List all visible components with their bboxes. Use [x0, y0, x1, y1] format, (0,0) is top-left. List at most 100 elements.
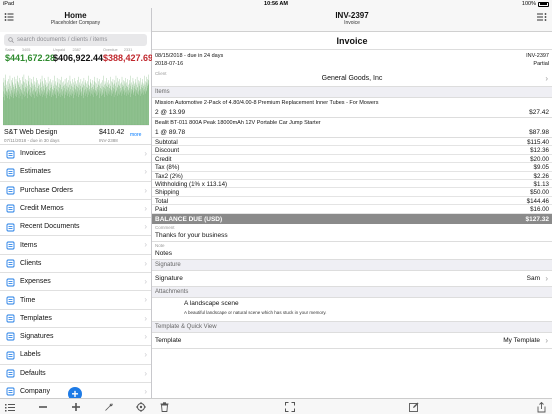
attachments-header: Attachments: [152, 286, 552, 298]
client-name: General Goods, Inc: [321, 75, 383, 82]
balance-label: BALANCE DUE (USD): [155, 215, 223, 223]
sidebar-item-templates[interactable]: Templates ›: [0, 310, 151, 328]
sidebar-item-time[interactable]: Time ›: [0, 291, 151, 310]
recent-document[interactable]: S&T Web Design $410.42 07/11/2018 - due …: [0, 127, 151, 145]
sidebar-item-label: Items: [20, 241, 38, 249]
client-row[interactable]: Client General Goods, Inc ›: [152, 70, 552, 87]
summary-label: Paid: [155, 206, 168, 214]
attachment-title: A landscape scene: [184, 299, 239, 307]
summary-label: Tax2 (2%): [155, 172, 183, 180]
minus-icon[interactable]: [37, 401, 49, 413]
more-link[interactable]: more: [130, 132, 141, 138]
note-text: Notes: [155, 249, 172, 257]
stats-summary[interactable]: Sales 3405 $441,672.28 Unpaid 2387 $406,…: [0, 48, 153, 66]
summary-value: $12.36: [530, 147, 549, 155]
sidebar-item-items[interactable]: Items ›: [0, 236, 151, 255]
sidebar-item-clients[interactable]: Clients ›: [0, 255, 151, 274]
chevron-right-icon: ›: [144, 222, 147, 232]
recent-client-name: S&T Web Design: [4, 129, 58, 136]
template-row[interactable]: Template My Template ›: [152, 333, 552, 349]
detail-header: INV-2397 Invoice: [152, 8, 552, 32]
attachment-item[interactable]: A landscape scene A beautiful landscape …: [152, 298, 552, 322]
recent-date: 07/11/2018 - due in 30 days: [4, 138, 60, 143]
labels-icon: [5, 350, 15, 360]
summary-row: Total $144.46: [152, 197, 552, 206]
comment-field[interactable]: Comment Thanks for your business: [152, 224, 552, 242]
summary-label: Shipping: [155, 189, 180, 197]
sidebar-item-credit-memos[interactable]: Credit Memos ›: [0, 200, 151, 219]
sidebar-item-purchase-orders[interactable]: Purchase Orders ›: [0, 182, 151, 200]
summary-label: Subtotal: [155, 139, 178, 146]
sidebar-item-label: Time: [20, 296, 36, 304]
defaults-icon: [5, 369, 15, 379]
sidebar-item-label: Estimates: [20, 168, 51, 176]
battery-percent: 100%: [521, 1, 536, 7]
sidebar-item-label: Templates: [20, 314, 52, 322]
document-title: Invoice: [152, 32, 552, 50]
sidebar-title: Home: [64, 11, 87, 20]
recent-documents-icon: [5, 222, 15, 232]
sidebar-toolbar: [0, 398, 152, 414]
line-item[interactable]: Mission Automotive 2-Pack of 4.80/4.00-8…: [152, 98, 552, 118]
plus-icon[interactable]: [70, 401, 82, 413]
note-field[interactable]: Note Notes: [152, 242, 552, 260]
status-row[interactable]: 2018-07-16 Partial: [152, 61, 552, 70]
sidebar-item-signatures[interactable]: Signatures ›: [0, 328, 151, 347]
summary-row: Shipping $50.00: [152, 188, 552, 197]
summary-row: Tax (8%) $9.05: [152, 163, 552, 172]
summary-value: $50.00: [530, 189, 549, 197]
signature-row[interactable]: Signature Sam ›: [152, 271, 552, 287]
trash-icon[interactable]: [158, 401, 170, 413]
summary-row: Credit $20.00: [152, 155, 552, 164]
clients-icon: [5, 259, 15, 269]
stat-overdue[interactable]: Overdue 2331 $388,427.69: [103, 48, 153, 63]
edit-icon[interactable]: [408, 401, 420, 413]
target-icon[interactable]: [135, 401, 147, 413]
stat-sales[interactable]: Sales 3405 $441,672.28: [5, 48, 55, 63]
sidebar-menu: Invoices › Estimates › Purchase Orders › Credi…: [0, 145, 151, 402]
line-item[interactable]: Bealit BT-011 800A Peak 18000mAh 12V Por…: [152, 118, 552, 138]
summary-value: $16.00: [530, 206, 549, 214]
sales-chart[interactable]: [0, 67, 151, 127]
chevron-right-icon: ›: [144, 185, 147, 195]
summary-value: $20.00: [530, 155, 549, 163]
templates-icon: [5, 314, 15, 324]
item-quantity: 2 @ 13.99: [155, 109, 186, 116]
expand-icon[interactable]: [284, 401, 296, 413]
sidebar-item-defaults[interactable]: Defaults ›: [0, 365, 151, 383]
stat-unpaid[interactable]: Unpaid 2387 $406,922.44: [53, 48, 103, 63]
summary-row: Discount $12.36: [152, 146, 552, 155]
recent-number: INV-2388: [99, 138, 118, 143]
credit-memos-icon: [5, 204, 15, 214]
sidebar-item-label: Defaults: [20, 369, 46, 377]
date-row[interactable]: 08/15/2018 - due in 24 days INV-2397: [152, 50, 552, 61]
item-amount: $87.98: [529, 129, 549, 136]
status-badge: Partial: [533, 61, 549, 67]
search-input[interactable]: search documents / clients / items: [4, 34, 147, 46]
summary-value: $1.13: [533, 180, 549, 188]
signature-label: Signature: [155, 274, 183, 282]
summary-label: Discount: [155, 147, 180, 155]
chevron-right-icon: ›: [545, 74, 548, 83]
sidebar-header: Home Placeholder Company: [0, 8, 151, 32]
list-icon[interactable]: [4, 401, 16, 413]
status-bar: iPad 10:56 AM 100%: [0, 0, 552, 8]
summary-label: Tax (8%): [155, 164, 180, 172]
sidebar-item-labels[interactable]: Labels ›: [0, 346, 151, 365]
sidebar-item-estimates[interactable]: Estimates ›: [0, 163, 151, 182]
summary-label: Withholding (1% x 113.14): [155, 180, 228, 188]
chevron-right-icon: ›: [144, 331, 147, 341]
share-icon[interactable]: [535, 401, 547, 413]
sidebar-item-recent-documents[interactable]: Recent Documents ›: [0, 218, 151, 237]
sidebar-item-expenses[interactable]: Expenses ›: [0, 273, 151, 292]
summary-label: Total: [155, 197, 169, 205]
sidebar-item-invoices[interactable]: Invoices ›: [0, 145, 151, 164]
list-icon[interactable]: [537, 12, 547, 22]
chevron-right-icon: ›: [144, 368, 147, 378]
search-placeholder: search documents / clients / items: [17, 37, 108, 43]
sidebar: Home Placeholder Company search document…: [0, 8, 153, 414]
chevron-right-icon: ›: [144, 350, 147, 360]
company-name: Placeholder Company: [50, 20, 101, 26]
wrench-icon[interactable]: [103, 401, 115, 413]
sidebar-item-label: Company: [20, 388, 50, 395]
